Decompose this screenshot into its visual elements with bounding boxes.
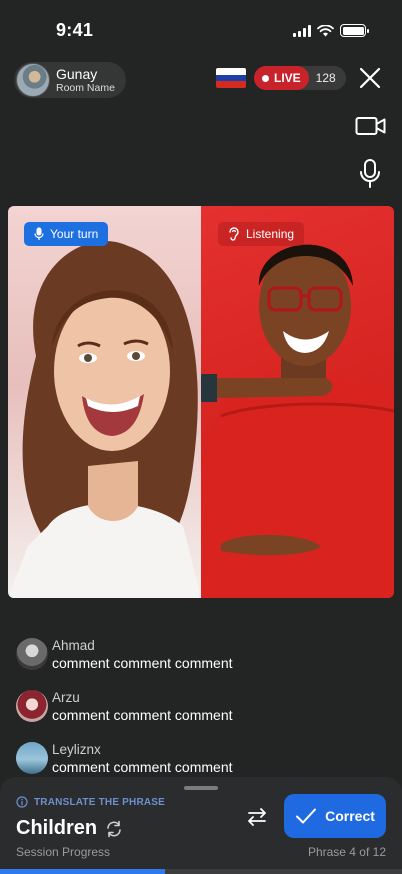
comment-avatar[interactable] (16, 742, 48, 774)
microphone-small-icon (34, 227, 44, 240)
ear-icon (229, 227, 239, 241)
comment-text: comment comment comment (52, 654, 233, 671)
room-name: Room Name (56, 81, 115, 94)
comment-author: Ahmad (52, 637, 95, 653)
refresh-icon[interactable] (105, 820, 123, 838)
comment-author: Arzu (52, 689, 80, 705)
live-badge: LIVE (254, 66, 309, 90)
swap-arrows-icon (248, 808, 266, 826)
phrase-counter: Phrase 4 of 12 (307, 845, 386, 859)
live-dot-icon (262, 74, 269, 82)
listening-label: Listening (246, 227, 295, 241)
video-call-area: Listening Your turn (8, 206, 394, 598)
live-status: LIVE 128 (254, 66, 346, 90)
close-button[interactable] (356, 64, 384, 92)
session-progress-bar (0, 869, 402, 874)
phrase-sheet: TRANSLATE THE PHRASE Children Session Pr… (0, 777, 402, 874)
correct-button[interactable]: Correct (284, 794, 386, 838)
viewer-count: 128 (315, 71, 336, 85)
battery-icon (340, 24, 369, 37)
microphone-icon (360, 159, 380, 188)
wifi-icon (317, 24, 334, 36)
language-flag-icon[interactable] (216, 68, 246, 88)
comment-text: comment comment comment (52, 758, 233, 775)
session-progress-label: Session Progress (16, 845, 111, 859)
comment-avatar[interactable] (16, 690, 48, 722)
comment-list: Ahmad comment comment comment Arzu comme… (16, 628, 386, 784)
mic-toggle-button[interactable] (354, 158, 386, 190)
comment-text: comment comment comment (52, 706, 233, 723)
host-name: Gunay (56, 65, 98, 82)
correct-label: Correct (325, 808, 375, 824)
comment-author: Leyliznx (52, 741, 101, 757)
listening-badge: Listening (218, 222, 305, 246)
man-video-image (201, 244, 394, 598)
close-icon (359, 67, 381, 89)
status-icons (293, 24, 369, 37)
woman-video-image (8, 240, 201, 598)
translate-label-text: TRANSLATE THE PHRASE (34, 796, 166, 808)
comment-avatar[interactable] (16, 638, 48, 670)
remote-video-feed: Listening (201, 206, 394, 598)
comment-item: Arzu comment comment comment (16, 680, 386, 732)
sheet-drag-handle[interactable] (184, 786, 218, 790)
host-avatar[interactable] (16, 63, 50, 97)
translate-label: TRANSLATE THE PHRASE (16, 796, 165, 808)
local-video-feed (8, 206, 201, 598)
phrase-text: Children (16, 817, 98, 839)
camera-toggle-button[interactable] (355, 110, 387, 142)
checkmark-icon (296, 808, 317, 824)
info-icon (16, 796, 28, 808)
your-turn-label: Your turn (50, 227, 99, 241)
live-label: LIVE (274, 71, 301, 85)
status-bar: 9:41 (0, 0, 402, 60)
video-camera-icon (355, 117, 386, 135)
session-progress-fill (0, 869, 165, 874)
phrase-row: Children (16, 817, 123, 840)
status-time: 9:41 (56, 20, 94, 40)
comment-item: Ahmad comment comment comment (16, 628, 386, 680)
cellular-signal-icon (293, 24, 311, 37)
your-turn-badge: Your turn (24, 222, 109, 246)
host-chip[interactable]: Gunay Room Name (14, 62, 126, 98)
swap-language-button[interactable] (244, 804, 270, 830)
